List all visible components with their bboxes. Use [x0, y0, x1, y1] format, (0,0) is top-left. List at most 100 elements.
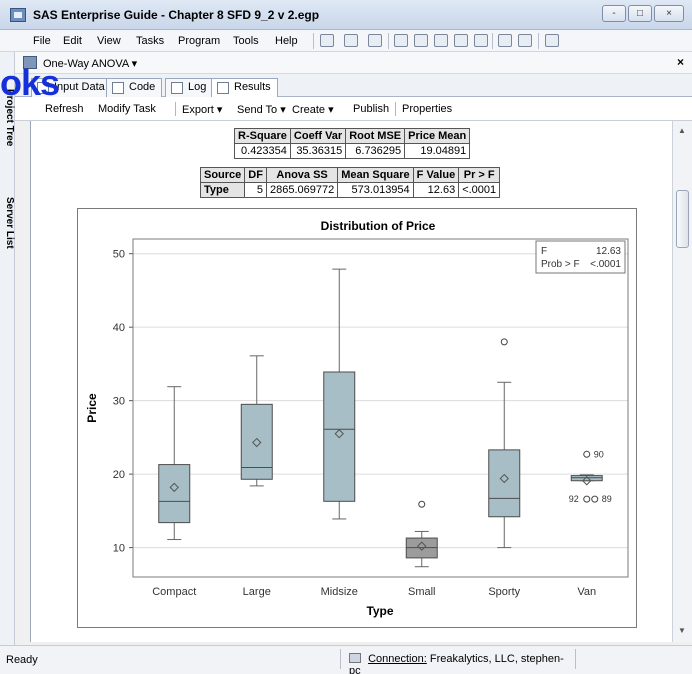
outlier-label: 89	[602, 494, 612, 504]
menu-edit[interactable]: Edit	[63, 35, 82, 47]
outlier-point	[591, 495, 599, 503]
toolbar-separator	[175, 102, 176, 116]
print-icon[interactable]	[394, 34, 408, 47]
outlier-point	[418, 500, 426, 508]
log-icon	[171, 82, 183, 94]
legend-label: Prob > F	[541, 259, 580, 270]
legend-value: <.0001	[590, 259, 621, 270]
connection-label: Connection:	[368, 653, 427, 665]
toolbar-separator	[492, 33, 493, 49]
create-button[interactable]: Create ▾	[292, 103, 334, 116]
fit-header: Coeff Var	[289, 128, 347, 144]
close-document-button[interactable]: ×	[677, 55, 684, 69]
y-tick-label: 10	[113, 543, 125, 555]
y-axis-label: Price	[85, 393, 99, 423]
copy-icon[interactable]	[434, 34, 448, 47]
server-list-tab[interactable]: Server List	[0, 186, 15, 260]
outlier-point	[583, 495, 591, 503]
fit-cell: 19.04891	[404, 143, 471, 159]
x-tick-label: Van	[577, 586, 596, 598]
document-bar: One-Way ANOVA ▾ ×	[15, 52, 692, 74]
box-compact	[158, 464, 191, 524]
fit-cell: 35.36315	[289, 143, 347, 159]
redo-icon[interactable]	[518, 34, 532, 47]
tab-strip: Input Data Code Log Results	[15, 74, 692, 98]
x-tick-label: Small	[408, 586, 436, 598]
undo-icon[interactable]	[498, 34, 512, 47]
window-layout-icon[interactable]	[545, 34, 559, 47]
tab-results[interactable]: Results	[211, 78, 278, 98]
results-toolbar: Refresh Modify Task Export ▾ Send To ▾ C…	[15, 97, 692, 121]
status-text: Ready	[6, 654, 38, 666]
window-title: SAS Enterprise Guide - Chapter 8 SFD 9_2…	[33, 8, 320, 22]
anova-cell: 2865.069772	[265, 182, 339, 198]
brand-overlay-text: oks	[0, 62, 60, 103]
tab-code[interactable]: Code	[106, 78, 163, 97]
x-tick-label: Compact	[152, 586, 196, 598]
code-icon	[112, 82, 124, 94]
anova-cell: Type	[199, 182, 246, 198]
chart-title: Distribution of Price	[321, 219, 436, 233]
plot-area	[132, 238, 629, 578]
fit-statistics-table: R-Square Coeff Var Root MSE Price Mean 0…	[234, 128, 471, 159]
export-button[interactable]: Export ▾	[182, 103, 222, 116]
send-to-button[interactable]: Send To ▾	[237, 103, 286, 116]
vertical-scrollbar[interactable]: ▲ ▼	[672, 121, 692, 642]
new-icon[interactable]	[320, 34, 334, 47]
outlier-point	[500, 338, 508, 346]
sidebar: Project Tree Server List	[0, 52, 15, 645]
anova-header: Pr > F	[458, 167, 501, 183]
maximize-button[interactable]: □	[628, 5, 652, 22]
x-tick-label: Midsize	[321, 586, 358, 598]
box-sporty	[488, 449, 521, 518]
menu-program[interactable]: Program	[178, 35, 220, 47]
modify-task-button[interactable]: Modify Task	[98, 103, 156, 115]
scroll-thumb[interactable]	[676, 190, 689, 248]
delete-icon[interactable]	[474, 34, 488, 47]
connection-icon	[349, 653, 361, 663]
refresh-button[interactable]: Refresh	[45, 103, 84, 115]
properties-button[interactable]: Properties	[402, 103, 452, 115]
y-tick-label: 20	[113, 469, 125, 481]
scroll-down-icon[interactable]: ▼	[678, 626, 686, 635]
open-icon[interactable]	[344, 34, 358, 47]
anova-header: Anova SS	[265, 167, 339, 183]
window-controls: - □ ×	[602, 5, 684, 22]
anova-header: Mean Square	[337, 167, 414, 183]
anova-header: Source	[199, 167, 246, 183]
scroll-up-icon[interactable]: ▲	[678, 126, 686, 135]
menu-tasks[interactable]: Tasks	[136, 35, 164, 47]
box-plot-chart: Distribution of Price 10 20 30 40 50 Price Type…	[85, 219, 629, 618]
close-window-button[interactable]: ×	[654, 5, 684, 22]
anova-header: DF	[244, 167, 267, 183]
sas-app-icon	[10, 8, 26, 22]
results-icon	[217, 82, 229, 94]
anova-cell: 12.63	[412, 182, 460, 198]
box-large	[240, 403, 273, 480]
cut-icon[interactable]	[414, 34, 428, 47]
legend-value: 12.63	[596, 246, 621, 257]
menu-tools[interactable]: Tools	[233, 35, 259, 47]
toolbar-separator	[313, 33, 314, 49]
y-tick-label: 30	[113, 396, 125, 408]
minimize-button[interactable]: -	[602, 5, 626, 22]
fit-header: Root MSE	[345, 128, 406, 144]
anova-cell: 573.013954	[337, 182, 414, 198]
publish-button[interactable]: Publish	[353, 103, 389, 115]
connection-status[interactable]: Connection: Freakalytics, LLC, stephen-p…	[340, 649, 576, 674]
menu-help[interactable]: Help	[275, 35, 298, 47]
outlier-point	[583, 450, 591, 458]
toolbar-separator	[388, 33, 389, 49]
y-tick-label: 50	[113, 249, 125, 261]
outlier-label: 92	[569, 494, 579, 504]
save-icon[interactable]	[368, 34, 382, 47]
tab-log[interactable]: Log	[165, 78, 214, 97]
menu-file[interactable]: File	[33, 35, 51, 47]
menu-view[interactable]: View	[97, 35, 121, 47]
anova-header: F Value	[412, 167, 460, 183]
paste-icon[interactable]	[454, 34, 468, 47]
toolbar-separator	[538, 33, 539, 49]
fit-header: R-Square	[234, 128, 291, 144]
anova-cell: <.0001	[458, 182, 501, 198]
anova-cell: 5	[244, 182, 267, 198]
